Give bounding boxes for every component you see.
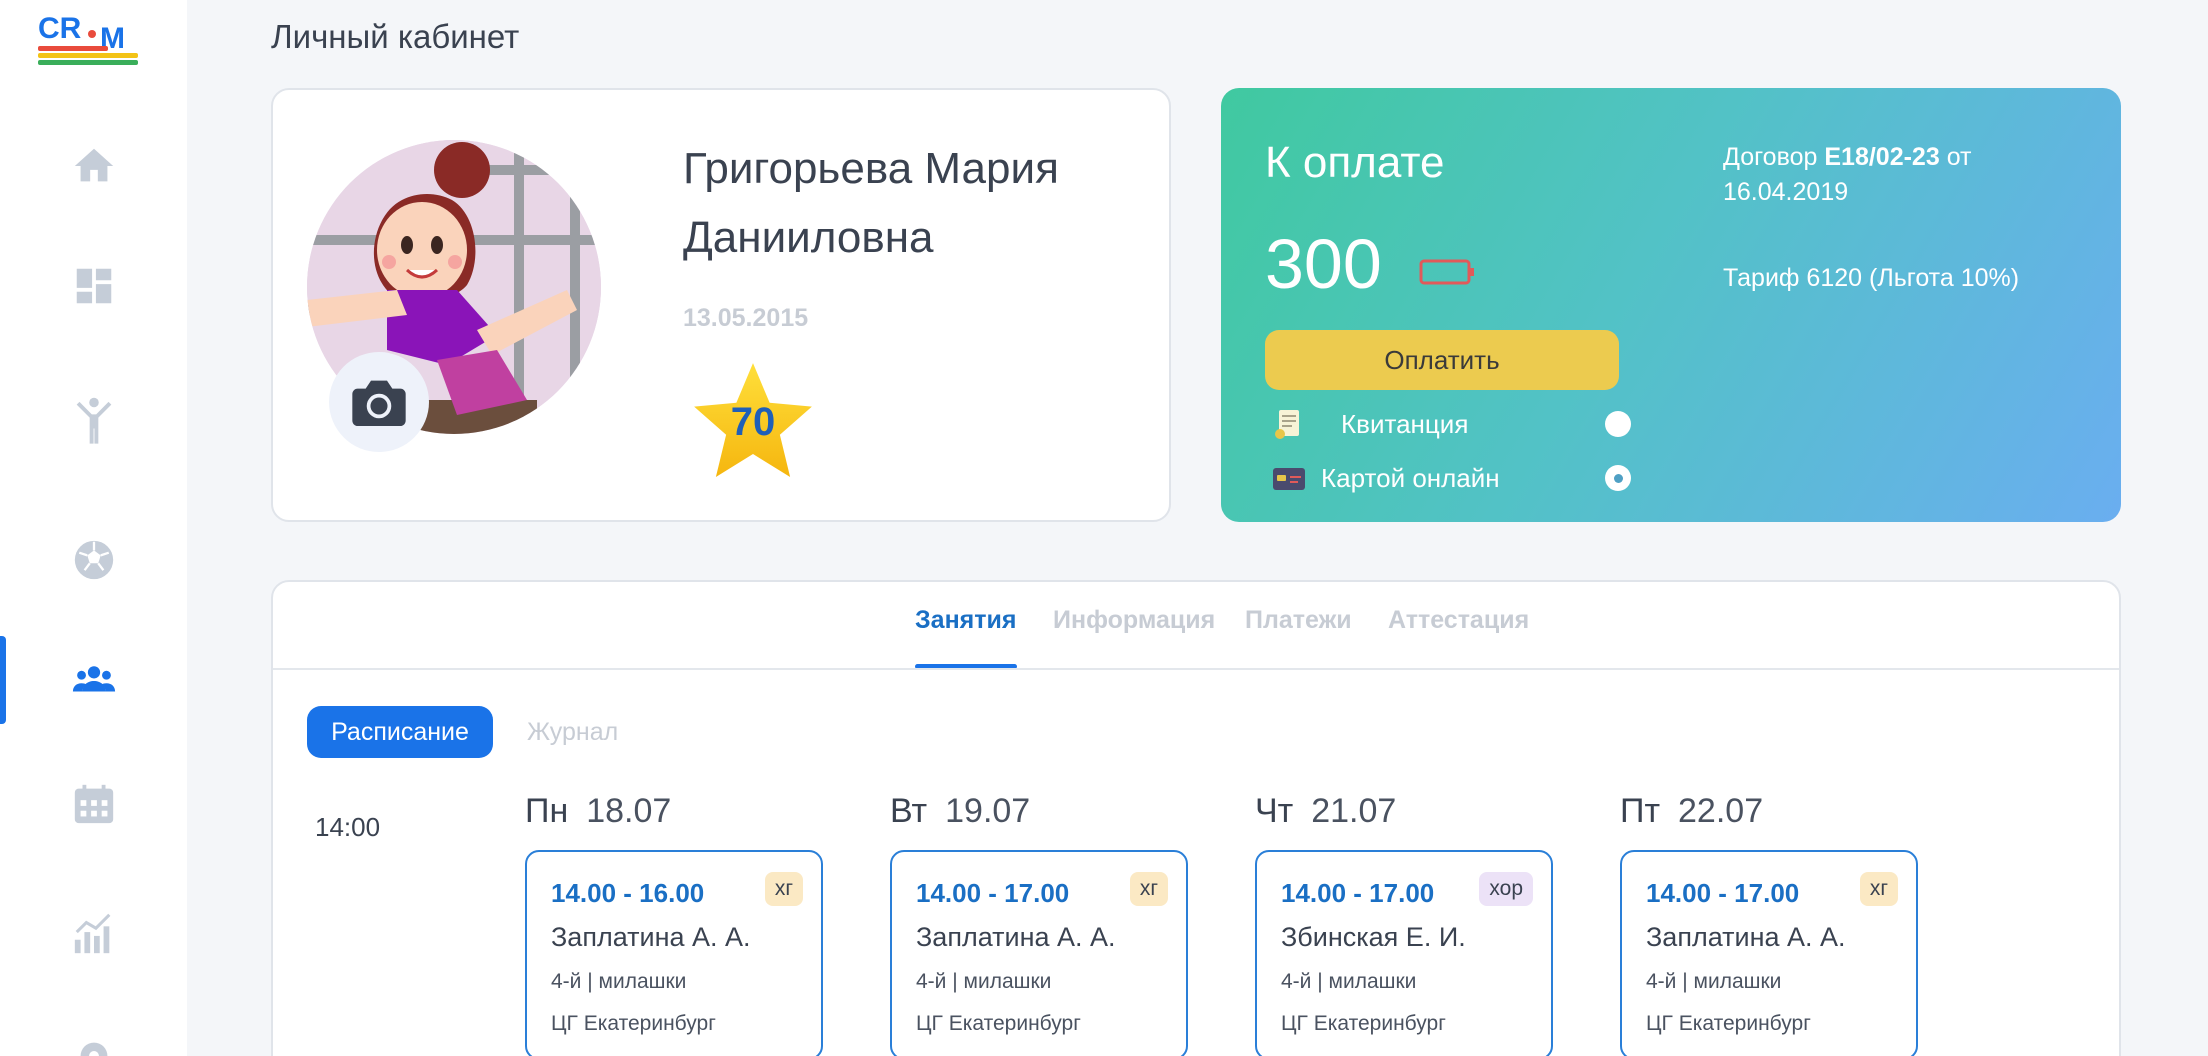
lesson-place: ЦГ Екатеринбург [551, 1012, 716, 1035]
gear-icon [80, 1042, 107, 1056]
lesson-card[interactable]: 14.00 - 17.00 хор Збинская Е. И. 4-й | м… [1255, 850, 1553, 1056]
day-header: Пт 22.07 [1620, 792, 1918, 842]
ball-icon [74, 540, 113, 580]
day-column: Вт 19.07 14.00 - 17.00 хг Заплатина А. А.… [890, 792, 1188, 1056]
lesson-time: 14.00 - 17.00 [1281, 878, 1435, 908]
lesson-teacher: Заплатина А. А. [551, 922, 751, 952]
lesson-group: 4-й | милашки [1646, 970, 1782, 993]
day-header: Вт 19.07 [890, 792, 1188, 842]
battery-low-icon [1419, 259, 1474, 285]
payment-title: К оплате [1265, 138, 1445, 187]
dashboard-icon [76, 268, 111, 304]
calendar-icon [74, 784, 113, 824]
card-radio[interactable] [1605, 465, 1631, 491]
lessons-panel: Занятия Информация Платежи Аттестация Ра… [271, 580, 2121, 1056]
sidebar-item-statistics[interactable] [0, 894, 187, 974]
weekday: Пн [525, 792, 569, 830]
tabs-divider [273, 668, 2119, 670]
day-date: 19.07 [945, 792, 1031, 830]
lesson-place: ЦГ Екатеринбург [1281, 1012, 1446, 1035]
contract-prefix: Договор [1723, 143, 1818, 171]
day-header: Пн 18.07 [525, 792, 823, 842]
chart-icon [74, 913, 110, 954]
lesson-place: ЦГ Екатеринбург [916, 1012, 1081, 1035]
contract-info: Договор Е18/02-23 от 16.04.2019 [1723, 140, 2083, 210]
lesson-group: 4-й | милашки [551, 970, 687, 993]
pay-button[interactable]: Оплатить [1265, 330, 1619, 390]
sidebar-item-home[interactable] [0, 126, 187, 206]
lesson-tag: хг [764, 872, 803, 906]
page-title: Личный кабинет [271, 18, 520, 55]
weekday: Вт [890, 792, 928, 830]
subtab-schedule[interactable]: Расписание [307, 706, 493, 758]
profile-name: Григорьева Мария Данииловна [683, 144, 1059, 262]
day-date: 22.07 [1678, 792, 1764, 830]
sidebar-item-calendar[interactable] [0, 764, 187, 844]
option-receipt[interactable]: Квитанция [1271, 404, 1631, 444]
lesson-card[interactable]: 14.00 - 16.00 хг Заплатина А. А. 4-й | м… [525, 850, 823, 1056]
contract-from: от [1946, 143, 1972, 171]
receipt-radio[interactable] [1605, 411, 1631, 437]
svg-text:CR: CR [38, 12, 82, 45]
lesson-time: 14.00 - 17.00 [916, 878, 1070, 908]
radio-selected-dot [1613, 473, 1623, 483]
lesson-teacher: Збинская Е. И. [1281, 922, 1466, 952]
change-photo-button[interactable] [329, 352, 429, 452]
athlete-icon [76, 397, 111, 444]
lesson-time: 14.00 - 16.00 [551, 878, 705, 908]
camera-icon [352, 380, 406, 426]
lesson-place: ЦГ Екатеринбург [1646, 1012, 1811, 1035]
sidebar-item-settings[interactable] [0, 1016, 187, 1056]
birth-date: 13.05.2015 [683, 304, 809, 332]
tab-attestation[interactable]: Аттестация [1388, 606, 1529, 635]
contract-date: 16.04.2019 [1723, 178, 1849, 206]
payment-amount: 300 [1265, 225, 1382, 303]
weekday: Пт [1620, 792, 1661, 830]
tab-lessons[interactable]: Занятия [915, 606, 1016, 635]
lesson-group: 4-й | милашки [1281, 970, 1417, 993]
day-date: 21.07 [1311, 792, 1397, 830]
payment-card: К оплате 300 Оплатить Квитанция Картой о… [1221, 88, 2121, 522]
credit-card-icon [1273, 468, 1305, 490]
time-label: 14:00 [315, 812, 381, 842]
lesson-tag: хор [1479, 872, 1533, 906]
weekday: Чт [1255, 792, 1294, 830]
day-date: 18.07 [586, 792, 672, 830]
day-column: Пн 18.07 14.00 - 16.00 хг Заплатина А. А.… [525, 792, 823, 1056]
lesson-card[interactable]: 14.00 - 17.00 хг Заплатина А. А. 4-й | м… [1620, 850, 1918, 1056]
day-column: Пт 22.07 14.00 - 17.00 хг Заплатина А. А.… [1620, 792, 1918, 1056]
option-card-online[interactable]: Картой онлайн [1271, 458, 1631, 498]
contract-number: Е18/02-23 [1824, 143, 1940, 171]
option-receipt-label: Квитанция [1341, 408, 1469, 439]
subtab-journal[interactable]: Журнал [527, 718, 618, 747]
group-icon [72, 666, 115, 692]
lesson-teacher: Заплатина А. А. [916, 922, 1116, 952]
sidebar-item-groups[interactable] [0, 640, 187, 720]
rating-value: 70 [730, 400, 776, 444]
lesson-time: 14.00 - 17.00 [1646, 878, 1800, 908]
sidebar-item-dashboard[interactable] [0, 246, 187, 326]
home-icon [74, 148, 113, 182]
sidebar: CR M [0, 0, 187, 1056]
tab-information[interactable]: Информация [1053, 606, 1215, 635]
sidebar-item-sports[interactable] [0, 520, 187, 600]
option-card-label: Картой онлайн [1321, 462, 1500, 493]
crm-logo[interactable]: CR M [36, 8, 142, 70]
lesson-tag: хг [1859, 872, 1898, 906]
day-header: Чт 21.07 [1255, 792, 1553, 842]
receipt-icon [1275, 410, 1299, 439]
lesson-tag: хг [1129, 872, 1168, 906]
tariff-info: Тариф 6120 (Льгота 10%) [1723, 264, 2020, 292]
day-column: Чт 21.07 14.00 - 17.00 хор Збинская Е. И.… [1255, 792, 1553, 1056]
lesson-teacher: Заплатина А. А. [1646, 922, 1846, 952]
lesson-card[interactable]: 14.00 - 17.00 хг Заплатина А. А. 4-й | м… [890, 850, 1188, 1056]
tab-payments[interactable]: Платежи [1245, 606, 1352, 635]
lesson-group: 4-й | милашки [916, 970, 1052, 993]
profile-card: Григорьева Мария Данииловна 13.05.2015 7… [271, 88, 1171, 522]
sidebar-item-athletes[interactable] [0, 382, 187, 462]
